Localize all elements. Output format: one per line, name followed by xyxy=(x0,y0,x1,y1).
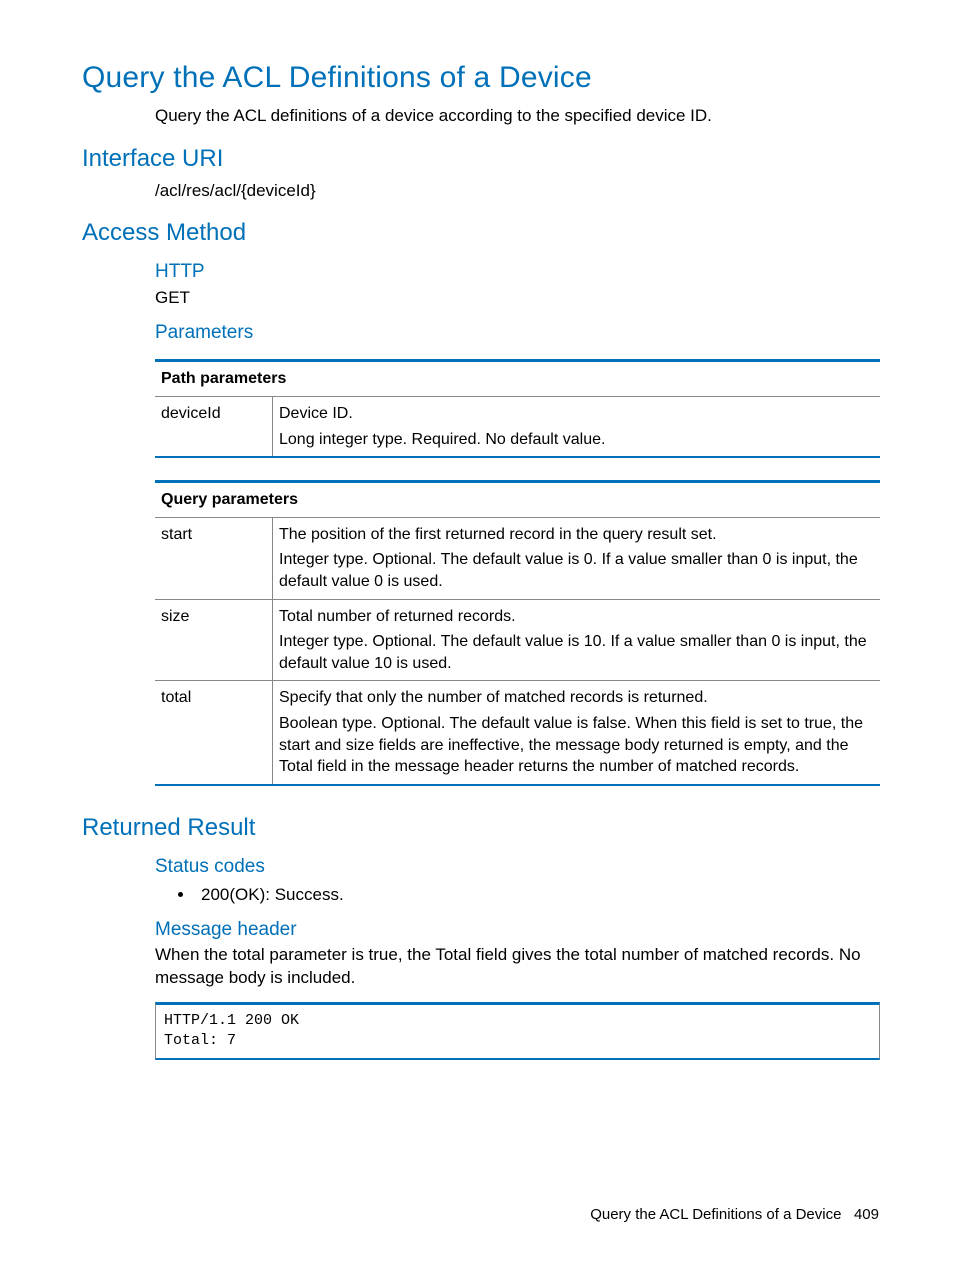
returned-result-heading: Returned Result xyxy=(82,812,879,844)
param-name: total xyxy=(155,681,273,785)
page-title: Query the ACL Definitions of a Device xyxy=(82,58,879,99)
param-name: start xyxy=(155,517,273,599)
param-desc: The position of the first returned recor… xyxy=(273,517,881,599)
table-row: total Specify that only the number of ma… xyxy=(155,681,880,785)
param-name: deviceId xyxy=(155,396,273,457)
path-parameters-table: Path parameters deviceId Device ID. Long… xyxy=(155,359,880,458)
access-method-heading: Access Method xyxy=(82,217,879,249)
list-item: 200(OK): Success. xyxy=(195,884,879,907)
table-row: deviceId Device ID. Long integer type. R… xyxy=(155,396,880,457)
status-codes-list: 200(OK): Success. xyxy=(155,884,879,907)
message-header-text: When the total parameter is true, the To… xyxy=(155,944,879,990)
query-params-header: Query parameters xyxy=(155,482,880,518)
param-name: size xyxy=(155,599,273,681)
parameters-heading: Parameters xyxy=(155,320,879,346)
param-desc: Device ID. Long integer type. Required. … xyxy=(273,396,881,457)
interface-uri-value: /acl/res/acl/{deviceId} xyxy=(155,180,879,203)
footer-page: 409 xyxy=(854,1206,879,1223)
lead-text: Query the ACL definitions of a device ac… xyxy=(155,105,879,128)
http-heading: HTTP xyxy=(155,259,879,285)
param-desc: Specify that only the number of matched … xyxy=(273,681,881,785)
path-params-header: Path parameters xyxy=(155,361,880,397)
footer-title: Query the ACL Definitions of a Device xyxy=(590,1206,841,1223)
code-block: HTTP/1.1 200 OK Total: 7 xyxy=(155,1002,880,1060)
http-method: GET xyxy=(155,287,879,310)
page-footer: Query the ACL Definitions of a Device 40… xyxy=(590,1205,879,1225)
query-parameters-table: Query parameters start The position of t… xyxy=(155,480,880,786)
param-desc: Total number of returned records. Intege… xyxy=(273,599,881,681)
table-row: start The position of the first returned… xyxy=(155,517,880,599)
interface-uri-heading: Interface URI xyxy=(82,143,879,175)
status-codes-heading: Status codes xyxy=(155,854,879,880)
message-header-heading: Message header xyxy=(155,917,879,943)
table-row: size Total number of returned records. I… xyxy=(155,599,880,681)
